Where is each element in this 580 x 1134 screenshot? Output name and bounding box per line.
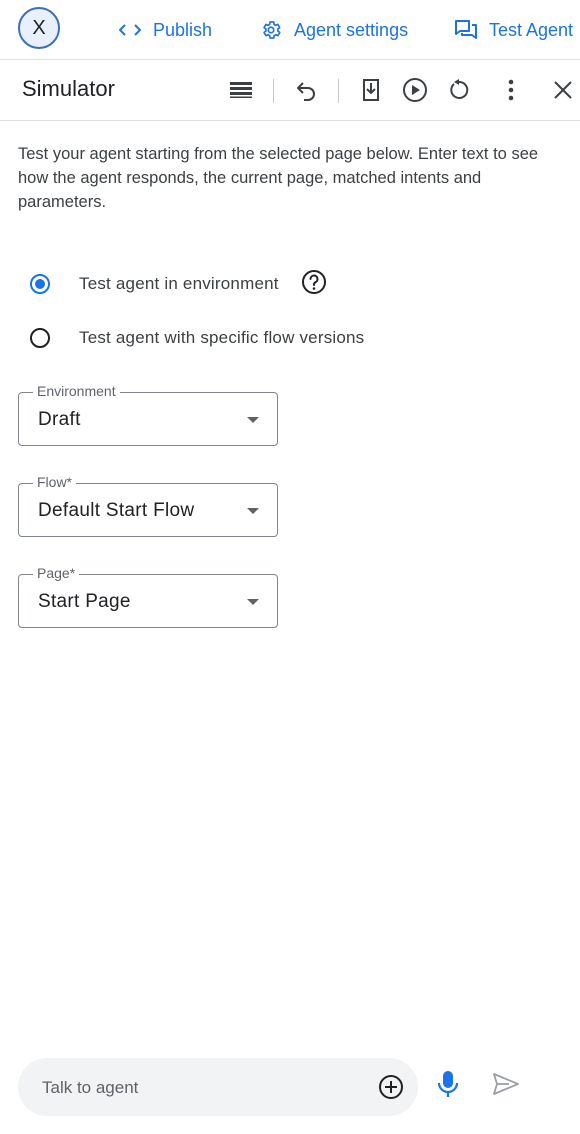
code-icon	[119, 24, 141, 36]
page-field-value: Start Page	[38, 591, 131, 612]
reset-icon	[450, 79, 469, 99]
avatar-letter: X	[32, 16, 46, 39]
environment-field-value: Draft	[38, 409, 81, 430]
close-button[interactable]	[547, 74, 579, 106]
talk-to-agent-input[interactable]	[40, 1058, 364, 1118]
simulator-description: Test your agent starting from the select…	[18, 145, 539, 211]
page-field-label: Page*	[33, 565, 80, 581]
dropdown-arrow-icon	[247, 599, 259, 605]
dropdown-arrow-icon	[247, 508, 259, 514]
help-icon[interactable]	[301, 269, 327, 295]
test-agent-label: Test Agent	[489, 19, 574, 40]
environment-field-label: Environment	[33, 383, 120, 399]
keyboard-button[interactable]	[225, 74, 257, 106]
radio-button-checked[interactable]	[30, 274, 50, 294]
toolbar-divider	[273, 79, 274, 103]
flow-field-value: Default Start Flow	[38, 500, 195, 521]
play-icon	[403, 78, 427, 102]
environment-select[interactable]: Environment Draft	[18, 383, 278, 446]
chat-input-container	[18, 1058, 418, 1118]
agent-settings-button[interactable]: Agent settings	[260, 0, 408, 60]
undo-button[interactable]	[290, 74, 322, 106]
microphone-icon[interactable]	[436, 1070, 460, 1098]
radio-label-environment: Test agent in environment	[79, 274, 279, 293]
radio-button-unchecked[interactable]	[30, 328, 50, 348]
undo-icon	[297, 82, 315, 101]
dropdown-arrow-icon	[247, 417, 259, 423]
simulator-title: Simulator	[22, 76, 115, 101]
publish-label: Publish	[153, 19, 213, 40]
page-select[interactable]: Page* Start Page	[18, 565, 278, 628]
download-button[interactable]	[355, 74, 387, 106]
more-options-button[interactable]	[495, 74, 527, 106]
reset-button[interactable]	[443, 74, 475, 106]
close-icon	[554, 81, 572, 99]
chat-bubbles-icon	[455, 20, 477, 39]
top-bar: X Publish Agent settings Test Agent	[0, 0, 580, 60]
test-agent-button[interactable]: Test Agent	[455, 0, 573, 60]
toolbar-divider	[338, 79, 339, 103]
gear-icon	[263, 21, 281, 39]
radio-test-with-flow-versions[interactable]: Test agent with specific flow versions	[30, 323, 364, 353]
agent-settings-label: Agent settings	[294, 19, 409, 40]
play-button[interactable]	[399, 74, 431, 106]
more-vert-icon	[508, 79, 514, 101]
avatar[interactable]: X	[18, 7, 60, 49]
flow-field-label: Flow*	[33, 474, 77, 490]
download-icon	[363, 79, 379, 101]
radio-label-flow-versions: Test agent with specific flow versions	[79, 328, 365, 347]
flow-select[interactable]: Flow* Default Start Flow	[18, 474, 278, 537]
radio-test-in-environment[interactable]: Test agent in environment	[30, 269, 279, 299]
keyboard-icon	[230, 82, 252, 98]
add-circle-icon[interactable]	[378, 1074, 404, 1100]
simulator-header: Simulator	[0, 60, 580, 121]
send-icon[interactable]	[492, 1072, 520, 1096]
publish-button[interactable]: Publish	[119, 0, 212, 60]
